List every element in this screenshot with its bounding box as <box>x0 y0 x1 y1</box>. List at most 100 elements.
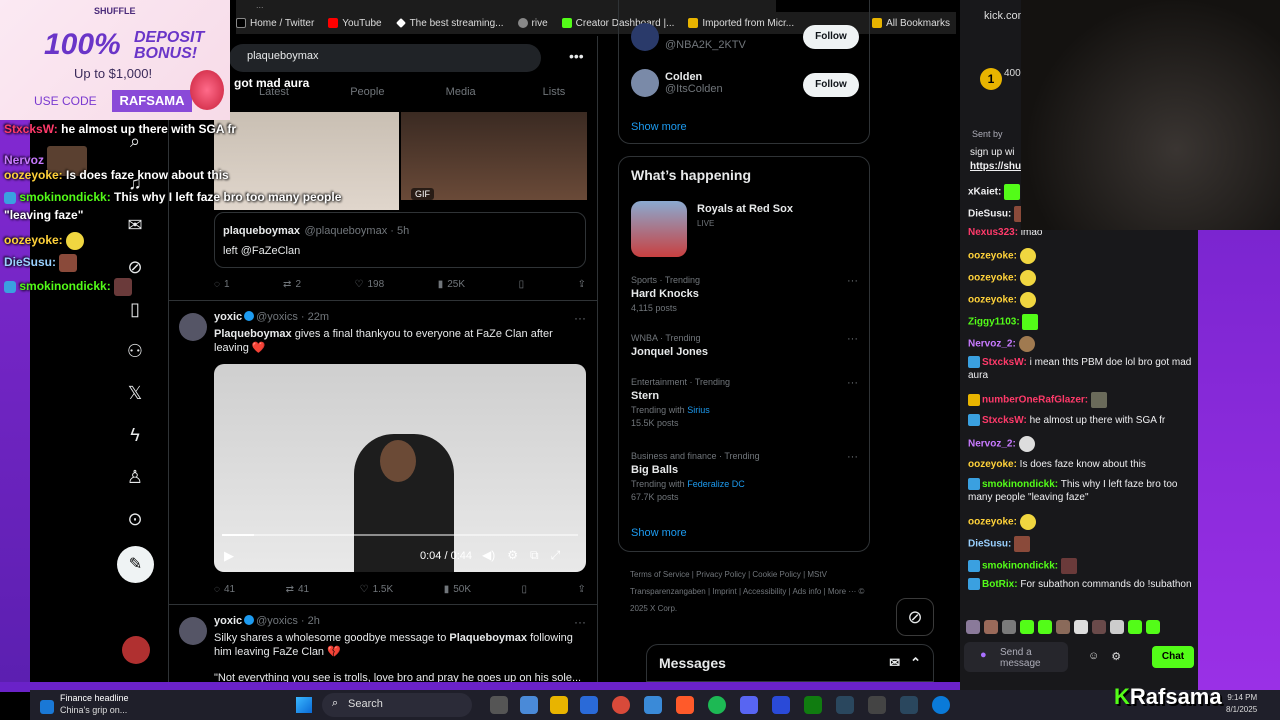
more-icon[interactable]: ··· <box>574 311 586 325</box>
more-icon[interactable]: ··· <box>847 377 858 389</box>
follow-button[interactable]: Follow <box>803 73 859 97</box>
messages-drawer[interactable]: Messages ✉ ⌃ <box>646 644 934 682</box>
brave-icon[interactable] <box>676 696 694 714</box>
emote-icon[interactable] <box>1110 620 1124 634</box>
emote-icon[interactable] <box>1020 620 1034 634</box>
profile-icon[interactable]: ♙ <box>124 466 146 488</box>
retweet-button[interactable]: ⇄ 41 <box>286 584 310 595</box>
views-button[interactable]: ▮ 50K <box>444 584 471 595</box>
steam-icon[interactable] <box>900 696 918 714</box>
follow-suggestion[interactable]: Colden @ItsColden <box>665 71 723 95</box>
bookmark-youtube[interactable]: YouTube <box>328 18 382 29</box>
tab-people[interactable]: People <box>322 86 412 98</box>
emote-icon[interactable] <box>966 620 980 634</box>
trend-item[interactable]: WNBA · Trending Jonquel Jones ··· <box>631 333 859 358</box>
volume-icon[interactable]: ◀) <box>482 548 495 563</box>
chevron-up-icon[interactable]: ⌃ <box>910 655 921 671</box>
more-options-icon[interactable]: ••• <box>569 48 584 64</box>
more-icon[interactable]: ··· <box>847 333 858 345</box>
show-more-link[interactable]: Show more <box>631 121 687 133</box>
like-button[interactable]: ♡ 1.5K <box>360 584 394 595</box>
event-title[interactable]: Royals at Red Sox <box>697 203 793 215</box>
file-explorer-icon[interactable] <box>550 696 568 714</box>
post-button[interactable]: ✎ <box>117 546 154 583</box>
follow-button[interactable]: Follow <box>803 25 859 49</box>
emoji-icon[interactable]: ☺ <box>1088 650 1099 663</box>
bookmark-button[interactable]: ▯ <box>522 584 528 595</box>
task-view-icon[interactable] <box>490 696 508 714</box>
more-icon[interactable]: ··· <box>847 275 858 287</box>
bookmark-rive[interactable]: rive <box>517 18 548 29</box>
app-l-icon[interactable] <box>772 696 790 714</box>
pip-icon[interactable]: ⧉ <box>530 548 539 563</box>
video-progress-bar[interactable] <box>222 534 578 536</box>
emote-icon[interactable] <box>1074 620 1088 634</box>
grok-icon[interactable]: ⊘ <box>896 598 934 636</box>
tweet[interactable]: yoxic @yoxics · 2h ··· Silky shares a who… <box>169 604 597 682</box>
chrome-icon[interactable] <box>612 696 630 714</box>
avatar[interactable] <box>179 313 207 341</box>
compose-icon[interactable]: ✉ <box>889 655 900 671</box>
emote-icon[interactable] <box>984 620 998 634</box>
app-icon[interactable] <box>868 696 886 714</box>
app-icon[interactable] <box>644 696 662 714</box>
chat-send-button[interactable]: Chat <box>1152 646 1194 668</box>
bookmark-button[interactable]: ▯ <box>519 279 525 290</box>
taskbar-search[interactable]: ⌕ Search <box>322 693 472 717</box>
emote-icon[interactable] <box>1056 620 1070 634</box>
emote-icon[interactable] <box>1002 620 1016 634</box>
follow-suggestion[interactable]: @NBA2K_2KTV <box>665 39 746 51</box>
share-button[interactable]: ⇪ <box>578 279 586 290</box>
lightning-icon[interactable]: ϟ <box>124 424 146 446</box>
tab-lists[interactable]: Lists <box>509 86 597 98</box>
bookmark-all[interactable]: All Bookmarks <box>872 18 950 29</box>
event-image[interactable] <box>631 201 687 257</box>
play-icon[interactable]: ▶ <box>224 548 234 564</box>
emote-icon[interactable] <box>1128 620 1142 634</box>
trend-item[interactable]: Entertainment · Trending Stern Trending … <box>631 377 859 428</box>
avatar[interactable] <box>179 617 207 645</box>
video-player[interactable]: ▶ 0:04 / 0:44 ◀) ⚙ ⧉ ⤢ <box>214 364 586 572</box>
views-button[interactable]: ▮ 25K <box>438 279 465 290</box>
store-icon[interactable] <box>580 696 598 714</box>
settings-icon[interactable]: ⚙ <box>507 548 518 563</box>
trend-item[interactable]: Sports · Trending Hard Knocks 4,115 post… <box>631 275 859 313</box>
bookmark-streaming[interactable]: The best streaming... <box>395 18 504 29</box>
chat-input[interactable]: ● Send a message <box>964 642 1068 672</box>
show-more-link[interactable]: Show more <box>631 527 687 539</box>
windows-start-icon[interactable] <box>296 697 312 713</box>
bookmark-icon[interactable]: ▯ <box>124 298 146 320</box>
xbox-icon[interactable] <box>804 696 822 714</box>
clock[interactable]: 9:14 PM 8/1/2025 <box>1226 692 1257 716</box>
trend-item[interactable]: Business and finance · Trending Big Ball… <box>631 451 859 502</box>
more-icon[interactable]: ··· <box>574 615 586 629</box>
share-button[interactable]: ⇪ <box>578 584 586 595</box>
reply-button[interactable]: ◌ 41 <box>214 584 235 595</box>
fullscreen-icon[interactable]: ⤢ <box>551 548 561 563</box>
avatar[interactable] <box>631 23 659 51</box>
news-widget[interactable]: Finance headline China's grip on... <box>40 692 129 716</box>
more-icon[interactable]: ⊙ <box>124 508 146 530</box>
edge-icon[interactable] <box>932 696 950 714</box>
avatar[interactable] <box>631 69 659 97</box>
steam-icon[interactable] <box>836 696 854 714</box>
mic-icon[interactable]: ● <box>980 650 987 661</box>
bookmark-home-twitter[interactable]: Home / Twitter <box>236 18 314 29</box>
copilot-icon[interactable] <box>520 696 538 714</box>
communities-icon[interactable]: ⚇ <box>124 340 146 362</box>
search-input[interactable]: plaqueboymax <box>229 44 541 72</box>
more-icon[interactable]: ··· <box>847 451 858 463</box>
tweet-gif[interactable] <box>401 112 587 200</box>
author-name[interactable]: yoxic <box>214 615 242 627</box>
x-logo-icon[interactable]: 𝕏 <box>124 382 146 404</box>
tab-media[interactable]: Media <box>416 86 506 98</box>
discord-icon[interactable] <box>740 696 758 714</box>
emote-icon[interactable] <box>1146 620 1160 634</box>
spotify-icon[interactable] <box>708 696 726 714</box>
footer-links[interactable]: Terms of Service | Privacy Policy | Cook… <box>630 566 870 617</box>
emote-icon[interactable] <box>1092 620 1106 634</box>
settings-icon[interactable]: ⚙ <box>1111 650 1121 663</box>
emote-icon[interactable] <box>1038 620 1052 634</box>
author-name[interactable]: yoxic <box>214 311 242 323</box>
avatar[interactable] <box>122 636 150 664</box>
